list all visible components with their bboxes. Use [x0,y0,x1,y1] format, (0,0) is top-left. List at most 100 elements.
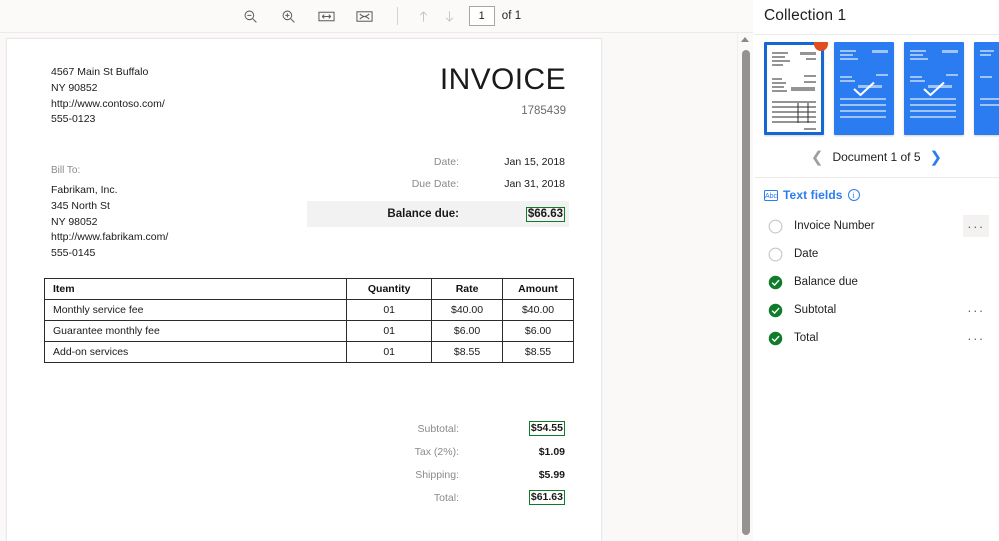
meta-label: Date: [433,156,459,168]
invoice-number-value: 1785439 [521,105,566,117]
fit-width-icon[interactable] [313,4,341,28]
extracted-highlight: $54.55 [528,421,565,436]
previous-page-icon[interactable] [411,4,437,28]
toolbar-divider [396,7,398,25]
cell-amount: $40.00 [502,299,574,321]
bill-to-address: Fabrikam, Inc. 345 North St NY 98052 htt… [51,184,169,260]
extracted-highlight: $66.63 [525,206,565,222]
table-row: Guarantee monthly fee 01 $6.00 $6.00 [43,320,574,342]
success-check-icon [768,275,783,289]
cell-item: Guarantee monthly fee [43,320,348,342]
zoom-in-icon[interactable] [275,4,303,28]
totals-row: Shipping: $5.99 [307,463,569,486]
balance-due-value: $66.63 [477,206,569,222]
vertical-scrollbar[interactable] [737,33,752,541]
thumbnail-2[interactable] [834,42,894,135]
table-row: Add-on services 01 $8.55 $8.55 [43,341,574,363]
bill-to-label: Bill To: [51,165,81,176]
panel-divider-2 [754,177,999,178]
success-check-icon [768,303,783,317]
totals-value: $61.63 [477,490,569,505]
panel-divider [754,34,999,35]
field-more-button[interactable]: ··· [963,327,989,349]
zoom-controls [232,4,384,28]
column-header-amount: Amount [502,278,574,300]
info-icon[interactable]: i [847,189,860,201]
table-row: Monthly service fee 01 $40.00 $40.00 [43,299,574,321]
invoice-title: INVOICE [439,63,566,96]
line-items-table: Item Quantity Rate Amount Monthly servic… [43,278,574,363]
cell-item: Add-on services [43,341,348,363]
totals-label: Total: [433,491,459,504]
totals-row: Subtotal: $54.55 [307,417,569,440]
invoice-page: 4567 Main St Buffalo NY 90852 http://www… [6,38,602,541]
chevron-left-icon[interactable]: ❮ [811,150,824,165]
column-header-quantity: Quantity [346,278,433,300]
panel-title: Collection 1 [764,7,847,24]
scrollbar-thumb[interactable] [741,50,750,535]
scroll-up-arrow-icon[interactable] [741,37,749,42]
cell-quantity: 01 [346,341,433,363]
field-more-button[interactable] [963,243,989,265]
field-more-button[interactable] [963,271,989,293]
cell-rate: $8.55 [431,341,504,363]
collection-panel: Collection 1 ❮ Document 1 of 5 ❯ Abc Tex… [754,0,999,541]
meta-row: Due Date: Jan 31, 2018 [307,173,569,195]
field-row-total[interactable]: Total ··· [754,324,999,352]
app-root: of 1 4567 Main St Buffalo NY 90852 http:… [0,0,999,541]
invoice-meta: Date: Jan 15, 2018 Due Date: Jan 31, 201… [307,151,569,227]
field-label: Subtotal [794,304,837,316]
totals-section: Subtotal: $54.55 Tax (2%): $1.09 Shippin… [307,417,569,509]
text-fields-header: Abc Text fields i [764,188,860,202]
totals-value: $5.99 [538,468,565,481]
field-row-subtotal[interactable]: Subtotal ··· [754,296,999,324]
thumbnail-frame [764,42,824,135]
cell-quantity: 01 [346,299,433,321]
cell-amount: $8.55 [502,341,574,363]
field-label: Total [794,332,819,344]
thumbnail-frame [974,42,999,135]
processed-check-icon [853,81,875,96]
extracted-highlight: $61.63 [528,490,565,505]
field-more-button[interactable]: ··· [963,299,989,321]
zoom-out-icon[interactable] [237,4,265,28]
page-number-input[interactable] [468,6,495,26]
column-header-item: Item [43,278,348,300]
field-label: Balance due [794,276,858,288]
meta-row: Date: Jan 15, 2018 [307,151,569,173]
chevron-right-icon[interactable]: ❯ [930,150,943,165]
table-header-row: Item Quantity Rate Amount [43,278,574,300]
cell-rate: $40.00 [431,299,504,321]
fit-page-icon[interactable] [351,4,379,28]
cell-quantity: 01 [346,320,433,342]
thumbnail-strip [764,42,999,137]
totals-value: $1.09 [538,445,565,458]
document-counter-label: Document 1 of 5 [832,150,921,164]
sender-address: 4567 Main St Buffalo NY 90852 http://www… [51,66,165,126]
next-page-icon[interactable] [437,4,463,28]
field-row-date[interactable]: Date [754,240,999,268]
totals-label: Tax (2%): [414,445,459,458]
svg-text:Abc: Abc [765,193,778,200]
field-label: Invoice Number [794,220,875,232]
column-header-rate: Rate [431,278,504,300]
text-fields-title: Text fields [783,188,843,202]
meta-value: Jan 15, 2018 [504,156,565,168]
thumbnail-preview [974,42,999,135]
field-row-invoice-number[interactable]: Invoice Number ··· [754,212,999,240]
processed-check-icon [923,81,945,96]
field-more-button[interactable]: ··· [963,215,989,237]
thumbnail-4[interactable] [974,42,999,135]
thumbnail-1[interactable] [764,42,828,135]
meta-value: Jan 31, 2018 [504,178,565,190]
balance-due-label: Balance due: [387,208,459,220]
thumbnail-preview [767,45,821,132]
thumbnail-3[interactable] [904,42,964,135]
field-row-balance-due[interactable]: Balance due [754,268,999,296]
text-fields-icon: Abc [764,189,778,201]
page-count-label: of 1 [501,10,522,22]
empty-status-icon [768,247,783,261]
balance-due-row: Balance due: $66.63 [307,201,569,227]
page-canvas: 4567 Main St Buffalo NY 90852 http://www… [0,33,753,541]
unreviewed-badge [814,42,828,51]
